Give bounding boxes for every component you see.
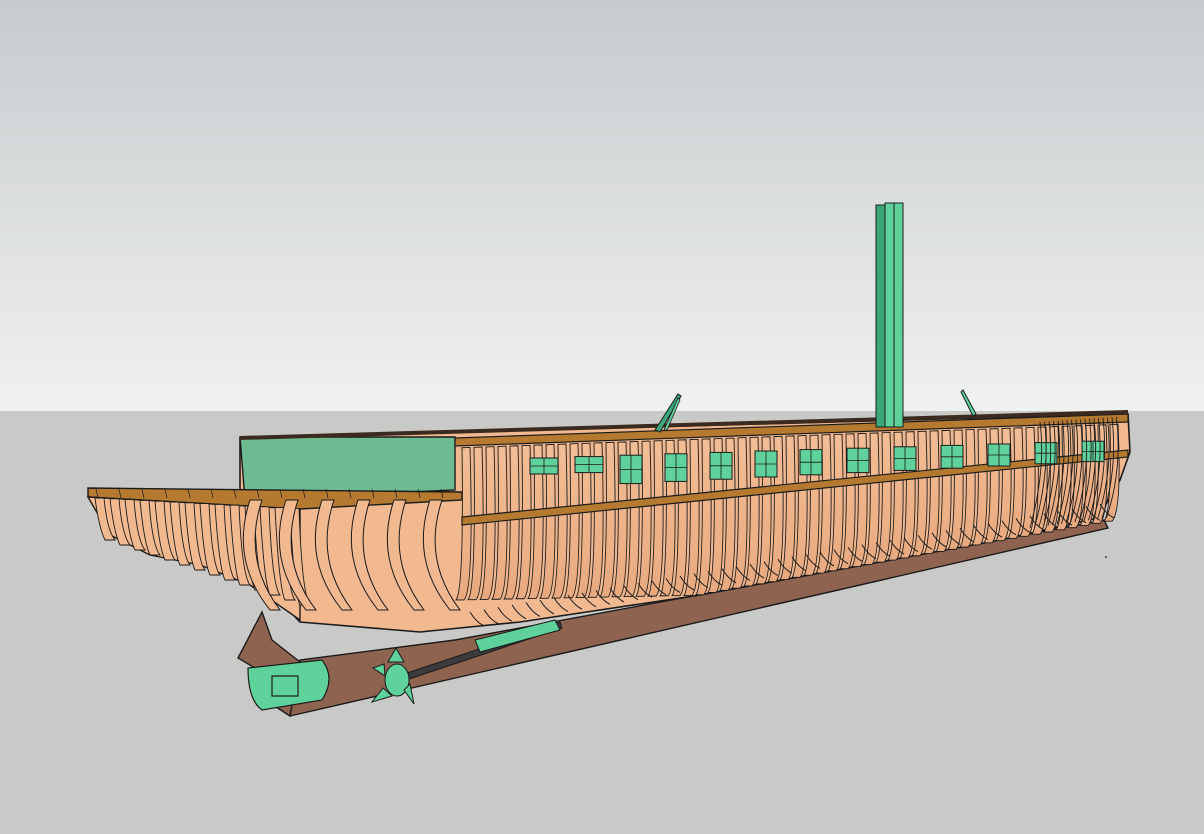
porthole bbox=[940, 444, 964, 469]
porthole bbox=[619, 454, 643, 485]
porthole bbox=[846, 447, 870, 474]
sky-background bbox=[0, 0, 1204, 411]
ship-model-scene[interactable] bbox=[0, 0, 1204, 834]
porthole bbox=[893, 446, 917, 471]
porthole bbox=[574, 456, 604, 474]
porthole bbox=[799, 449, 823, 476]
porthole bbox=[1081, 440, 1105, 463]
porthole bbox=[529, 457, 559, 475]
ground-marker bbox=[1105, 556, 1107, 558]
porthole bbox=[754, 450, 778, 478]
porthole bbox=[987, 443, 1011, 467]
modeling-viewport[interactable] bbox=[0, 0, 1204, 834]
porthole bbox=[709, 451, 733, 480]
porthole bbox=[664, 453, 688, 482]
funnel[interactable] bbox=[875, 202, 904, 428]
